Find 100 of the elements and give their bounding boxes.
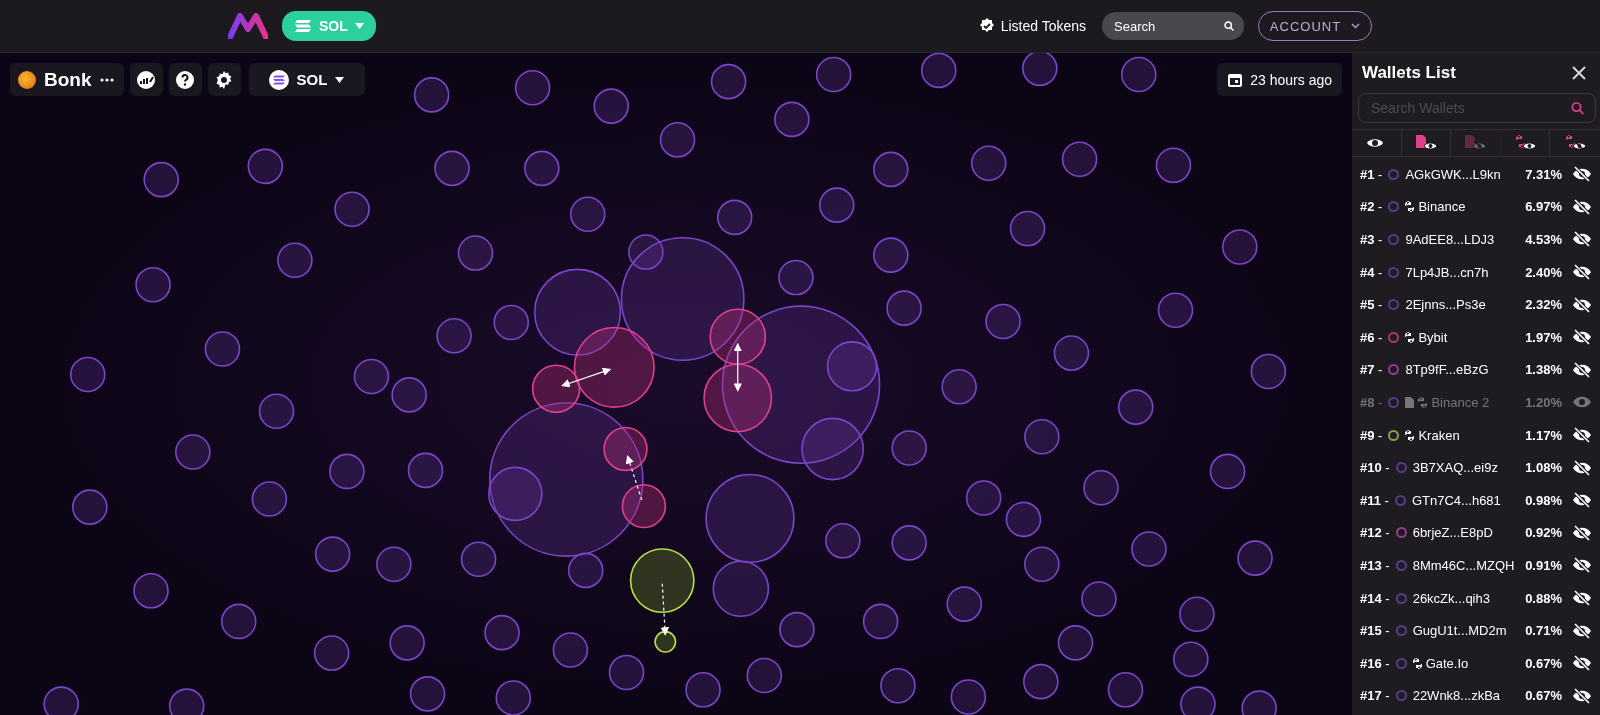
wallet-name: 22Wnk8...zkBa: [1412, 688, 1502, 704]
wallet-share: 0.88%: [1525, 590, 1562, 606]
wallet-name: GugU1t...MD2m: [1412, 623, 1508, 639]
solana-icon: [268, 69, 289, 90]
wallet-share: 0.67%: [1525, 655, 1562, 671]
wallet-row[interactable]: #5 - 2Ejnns...Ps3e 2.32%: [1352, 288, 1600, 321]
search-icon: [1571, 100, 1585, 116]
wallet-share: 7.31%: [1525, 166, 1562, 182]
eye-slash-icon[interactable]: [1572, 296, 1592, 313]
wallet-row[interactable]: #7 - 8Tp9fF...eBzG 1.38%: [1352, 353, 1600, 387]
transfer-arrow: [733, 342, 742, 392]
wallet-name: Gate.Io: [1425, 655, 1470, 671]
transfer-arrow: [660, 583, 670, 636]
eye-slash-icon[interactable]: [1572, 557, 1592, 574]
wallet-share: 0.92%: [1525, 525, 1562, 541]
wallet-share: 6.97%: [1525, 199, 1562, 215]
chain-dropdown[interactable]: SOL: [248, 63, 365, 96]
eye-slash-icon[interactable]: [1572, 655, 1592, 672]
eye-slash-icon[interactable]: [1572, 427, 1592, 444]
wallet-row[interactable]: #15 - GugU1t...MD2m 0.71%: [1352, 614, 1600, 647]
wallet-row[interactable]: #12 - 6brjeZ...E8pD 0.92%: [1352, 516, 1600, 550]
wallet-row[interactable]: #16 - Gate.Io 0.67%: [1352, 646, 1600, 680]
eye-slash-icon[interactable]: [1572, 622, 1592, 639]
wallet-rank: #4 -: [1360, 264, 1383, 280]
wallet-name: 26kcZk...qih3: [1412, 590, 1491, 606]
wallet-rank: #14 -: [1360, 590, 1390, 606]
wallet-name: Kraken: [1418, 427, 1461, 443]
panel-title: Wallets List: [1362, 63, 1456, 83]
wallet-row[interactable]: #10 - 3B7XAQ...ei9z 1.08%: [1352, 451, 1600, 484]
help-button[interactable]: [168, 63, 202, 96]
more-icon: [99, 77, 114, 82]
wallet-share: 1.38%: [1525, 362, 1562, 378]
wallet-name: 3B7XAQ...ei9z: [1412, 460, 1499, 476]
transfer-arrow: [625, 455, 643, 501]
eye-slash-icon[interactable]: [1572, 361, 1592, 378]
eye-slash-icon[interactable]: [1572, 687, 1592, 704]
wallet-rank: #16 -: [1360, 655, 1390, 671]
caret-icon: [335, 76, 345, 83]
wallet-rank: #1 -: [1360, 166, 1383, 182]
wallet-name: Binance 2: [1431, 394, 1491, 410]
eye-slash-icon[interactable]: [1572, 590, 1592, 606]
wallet-row[interactable]: #4 - 7Lp4JB...cn7h 2.40%: [1352, 255, 1600, 289]
wallet-rank: #9 -: [1360, 427, 1383, 443]
wallet-row[interactable]: #6 - Bybit 1.97%: [1352, 320, 1600, 354]
search-field[interactable]: Search: [1112, 17, 1218, 35]
wallet-row[interactable]: #17 - 22Wnk8...zkBa 0.67%: [1352, 679, 1600, 713]
verified-badge-icon: [978, 18, 995, 34]
wallet-rank: #10 -: [1360, 460, 1390, 476]
chart-button[interactable]: [129, 63, 163, 96]
search-icon: [1223, 20, 1234, 32]
wallet-share: 1.20%: [1525, 394, 1562, 410]
eye-slash-icon[interactable]: [1572, 524, 1592, 541]
close-icon[interactable]: [1572, 66, 1586, 80]
eye-slash-icon[interactable]: [1572, 198, 1592, 215]
wallet-row[interactable]: #3 - 9AdEE8...LDJ3 4.53%: [1352, 223, 1600, 256]
wallet-row[interactable]: #13 - 8Mm46C...MZQH 0.91%: [1352, 549, 1600, 582]
logo-icon[interactable]: [228, 13, 268, 39]
eye-slash-icon[interactable]: [1572, 264, 1592, 281]
eye-slash-icon[interactable]: [1572, 231, 1592, 248]
wallet-bubble[interactable]: [603, 426, 648, 472]
wallet-rank: #13 -: [1360, 557, 1390, 573]
wallet-share: 0.91%: [1525, 557, 1562, 573]
wallet-rank: #6 -: [1360, 329, 1383, 345]
wallet-rank: #5 -: [1360, 297, 1383, 313]
eye-slash-icon[interactable]: [1572, 492, 1592, 509]
wallet-row[interactable]: #8 - Binance 2 1.20%: [1352, 386, 1600, 419]
eye-slash-icon[interactable]: [1572, 166, 1592, 183]
wallet-rank: #15 -: [1360, 623, 1390, 639]
token-button[interactable]: Bonk: [10, 63, 124, 96]
wallet-rank: #7 -: [1360, 362, 1383, 378]
token-coin-icon: [18, 70, 36, 89]
wallet-rank: #12 -: [1360, 525, 1390, 541]
wallet-row[interactable]: #9 - Kraken 1.17%: [1352, 418, 1600, 452]
wallet-share: 1.97%: [1525, 329, 1562, 345]
wallet-row[interactable]: #14 - 26kcZk...qih3 0.88%: [1352, 581, 1600, 615]
wallet-share: 2.40%: [1525, 264, 1562, 280]
chart-icon: [136, 69, 156, 90]
wallet-name: 9AdEE8...LDJ3: [1405, 232, 1496, 247]
caret-icon: [354, 23, 364, 29]
wallet-name: GTn7C4...h681: [1411, 492, 1502, 508]
wallet-name: 8Tp9fF...eBzG: [1405, 362, 1490, 378]
wallet-row[interactable]: #1 - AGkGWK...L9kn 7.31%: [1352, 158, 1600, 191]
wallet-share: 1.17%: [1525, 427, 1562, 443]
search-box[interactable]: Search: [1102, 12, 1244, 40]
wallet-name: 8Mm46C...MZQH: [1412, 557, 1516, 573]
wallet-row[interactable]: #11 - GTn7C4...h681 0.98%: [1352, 483, 1600, 517]
wallet-name: Binance: [1418, 199, 1467, 215]
settings-button[interactable]: [207, 63, 241, 96]
eye-slash-icon[interactable]: [1572, 459, 1592, 476]
wallet-name: 2Ejnns...Ps3e: [1405, 297, 1487, 313]
eye-icon[interactable]: [1572, 395, 1592, 410]
wallet-row[interactable]: #2 - Binance 6.97%: [1352, 190, 1600, 224]
listed-tokens-link[interactable]: Listed Tokens: [978, 18, 1086, 34]
wallet-name: Bybit: [1418, 329, 1449, 345]
wallet-rank: #11 -: [1360, 492, 1389, 508]
eye-slash-icon[interactable]: [1572, 329, 1592, 346]
wallet-rank: #3 -: [1360, 232, 1383, 247]
wallet-share: 4.53%: [1525, 232, 1562, 247]
settings-icon: [215, 70, 233, 89]
calendar-icon: [1227, 71, 1244, 88]
